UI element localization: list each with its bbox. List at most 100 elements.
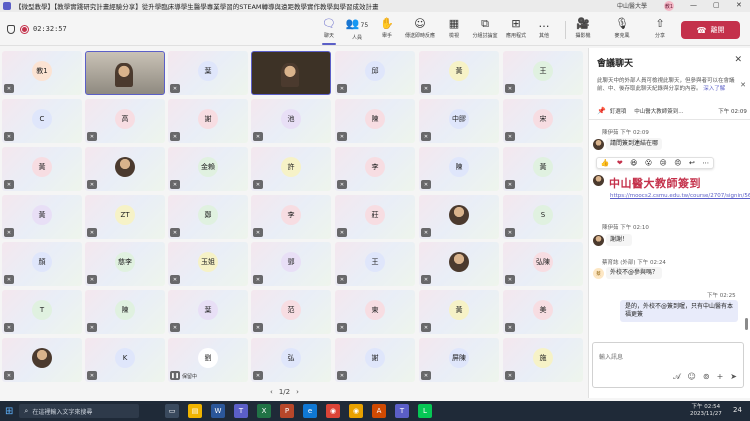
participant-tile[interactable]: 葉 ✕ — [168, 51, 248, 95]
avatar[interactable]: 蔡 — [593, 268, 604, 279]
participant-tile[interactable]: 謝 ✕ — [168, 99, 248, 143]
breakout-rooms-button[interactable]: ⧉ 分組討論室 — [472, 17, 498, 43]
participant-tile[interactable]: 中膠 ✕ — [419, 99, 499, 143]
minimize-icon[interactable]: — — [690, 1, 697, 9]
emoji-icon[interactable]: ☺ — [688, 372, 696, 382]
line-icon[interactable]: L — [418, 404, 432, 418]
like-reaction-icon[interactable]: 👍 — [601, 159, 610, 167]
message-bubble[interactable]: 外校不@參與嗎？ — [606, 267, 663, 279]
gif-icon[interactable]: ⊚ — [703, 372, 710, 382]
participant-tile[interactable]: 教1 ✕ — [2, 51, 82, 95]
participant-tile[interactable]: 陳 ✕ — [85, 290, 165, 334]
close-window-icon[interactable]: ✕ — [736, 1, 742, 9]
people-button[interactable]: 👥75 人員 — [344, 17, 370, 43]
participant-tile[interactable]: 劉 ❚❚ 保留中 — [168, 338, 248, 382]
word-icon[interactable]: W — [211, 404, 225, 418]
participant-tile[interactable]: 美 ✕ — [503, 290, 583, 334]
participant-tile[interactable]: 玉姐 ✕ — [168, 242, 248, 286]
microphone-button[interactable]: 🎙 麥克風 — [609, 17, 635, 43]
close-icon[interactable]: ✕ — [734, 55, 742, 65]
participant-tile[interactable]: C ✕ — [2, 99, 82, 143]
participant-tile[interactable]: 黃 ✕ — [503, 147, 583, 191]
compose-input[interactable]: 輸入訊息 — [599, 352, 623, 361]
chat-scrollbar[interactable] — [745, 318, 748, 330]
my-message-bubble[interactable]: 是的，外校不@簽到喔，只有中山醫有本福更簽 — [620, 300, 738, 322]
participant-tile[interactable]: 東 ✕ — [335, 290, 415, 334]
angry-reaction-icon[interactable]: 😠 — [674, 159, 681, 167]
participant-tile[interactable]: 弘陳 ✕ — [503, 242, 583, 286]
participant-tile[interactable]: 鄧 ✕ — [251, 242, 331, 286]
participant-tile[interactable]: 李 ✕ — [251, 195, 331, 239]
teams-active-icon[interactable]: T — [395, 404, 409, 418]
learn-more-link[interactable]: 深入了解 — [703, 86, 725, 92]
participant-tile[interactable]: 屏陳 ✕ — [419, 338, 499, 382]
participant-tile[interactable]: 范 ✕ — [251, 290, 331, 334]
participant-tile[interactable]: 金賴 ✕ — [168, 147, 248, 191]
participant-tile[interactable]: ZT ✕ — [85, 195, 165, 239]
participant-tile[interactable]: 莊 ✕ — [335, 195, 415, 239]
participant-tile[interactable]: 池 ✕ — [251, 99, 331, 143]
raise-hand-button[interactable]: ✋ 舉手 — [374, 17, 400, 43]
user-avatar[interactable]: 教1 — [664, 1, 674, 11]
format-icon[interactable]: 𝒜 — [673, 372, 681, 382]
next-page-icon[interactable]: › — [296, 388, 299, 396]
participant-tile[interactable] — [251, 51, 331, 95]
chrome-canary-icon[interactable]: ◉ — [349, 404, 363, 418]
participant-tile[interactable]: 黃 ✕ — [419, 51, 499, 95]
file-explorer-icon[interactable]: ▤ — [188, 404, 202, 418]
participant-tile[interactable]: 高 ✕ — [85, 99, 165, 143]
more-options-icon[interactable]: ⋯ — [702, 159, 709, 167]
camera-button[interactable]: 🎥 攝影機 — [570, 17, 596, 43]
participant-tile[interactable]: 宋 ✕ — [503, 99, 583, 143]
participant-tile[interactable]: 許 ✕ — [251, 147, 331, 191]
message-bubble[interactable]: 請問簽到連結在哪 — [606, 138, 663, 150]
organization-name[interactable]: 中山醫大學 — [617, 1, 647, 10]
system-clock[interactable]: 下午 02:54 2023/11/27 — [690, 404, 722, 418]
participant-tile[interactable]: 鄭 ✕ — [168, 195, 248, 239]
notice-close-icon[interactable]: ✕ — [740, 81, 746, 89]
participant-tile[interactable]: 慈李 ✕ — [85, 242, 165, 286]
chat-button[interactable]: 🗨 聊天 — [316, 17, 342, 45]
more-button[interactable]: … 其他 — [531, 17, 557, 43]
participant-tile[interactable]: 葉 ✕ — [168, 290, 248, 334]
avatar[interactable] — [593, 139, 604, 150]
acrobat-icon[interactable]: A — [372, 404, 386, 418]
participant-tile[interactable]: 黃 ✕ — [2, 195, 82, 239]
notification-icon[interactable]: 24 — [733, 406, 742, 414]
react-button[interactable]: ☺ 傳送即時反應 — [405, 17, 435, 43]
participant-tile[interactable]: 弘 ✕ — [251, 338, 331, 382]
message-bubble[interactable]: 謝謝！ — [606, 234, 633, 246]
participant-tile[interactable]: ✕ — [2, 338, 82, 382]
participant-tile[interactable]: 謝 ✕ — [335, 338, 415, 382]
send-icon[interactable]: ➤ — [730, 372, 737, 382]
participant-tile[interactable]: 顏 ✕ — [2, 242, 82, 286]
participant-tile[interactable]: ✕ — [419, 195, 499, 239]
participant-tile[interactable]: 王 ✕ — [503, 51, 583, 95]
participant-tile[interactable]: ✕ — [85, 147, 165, 191]
sad-reaction-icon[interactable]: 😢 — [660, 159, 667, 167]
chrome-icon[interactable]: ◉ — [326, 404, 340, 418]
participant-tile[interactable]: ✕ — [419, 242, 499, 286]
participant-tile[interactable]: S ✕ — [503, 195, 583, 239]
surprised-reaction-icon[interactable]: 😮 — [645, 159, 652, 167]
prev-page-icon[interactable]: ‹ — [270, 388, 273, 396]
shield-icon[interactable] — [7, 25, 15, 34]
heart-reaction-icon[interactable]: ❤ — [617, 159, 623, 167]
powerpoint-icon[interactable]: P — [280, 404, 294, 418]
participant-tile[interactable]: 李 ✕ — [335, 147, 415, 191]
participant-tile[interactable]: 邱 ✕ — [335, 51, 415, 95]
participant-tile[interactable] — [85, 51, 165, 95]
leave-button[interactable]: ☎ 離開 — [681, 21, 740, 39]
view-button[interactable]: ▦ 檢視 — [441, 17, 467, 43]
excel-icon[interactable]: X — [257, 404, 271, 418]
participant-tile[interactable]: 黃 ✕ — [2, 147, 82, 191]
message-compose-box[interactable]: 輸入訊息 𝒜 ☺ ⊚ + ➤ — [592, 342, 744, 388]
participant-tile[interactable]: 施 ✕ — [503, 338, 583, 382]
share-button[interactable]: ⇧ 分享 — [647, 17, 673, 43]
participant-tile[interactable]: K ✕ — [85, 338, 165, 382]
windows-start-icon[interactable]: ⊞ — [5, 406, 13, 417]
edge-icon[interactable]: e — [303, 404, 317, 418]
attach-icon[interactable]: + — [717, 372, 724, 382]
participant-tile[interactable]: T ✕ — [2, 290, 82, 334]
participant-tile[interactable]: 陳 ✕ — [335, 99, 415, 143]
